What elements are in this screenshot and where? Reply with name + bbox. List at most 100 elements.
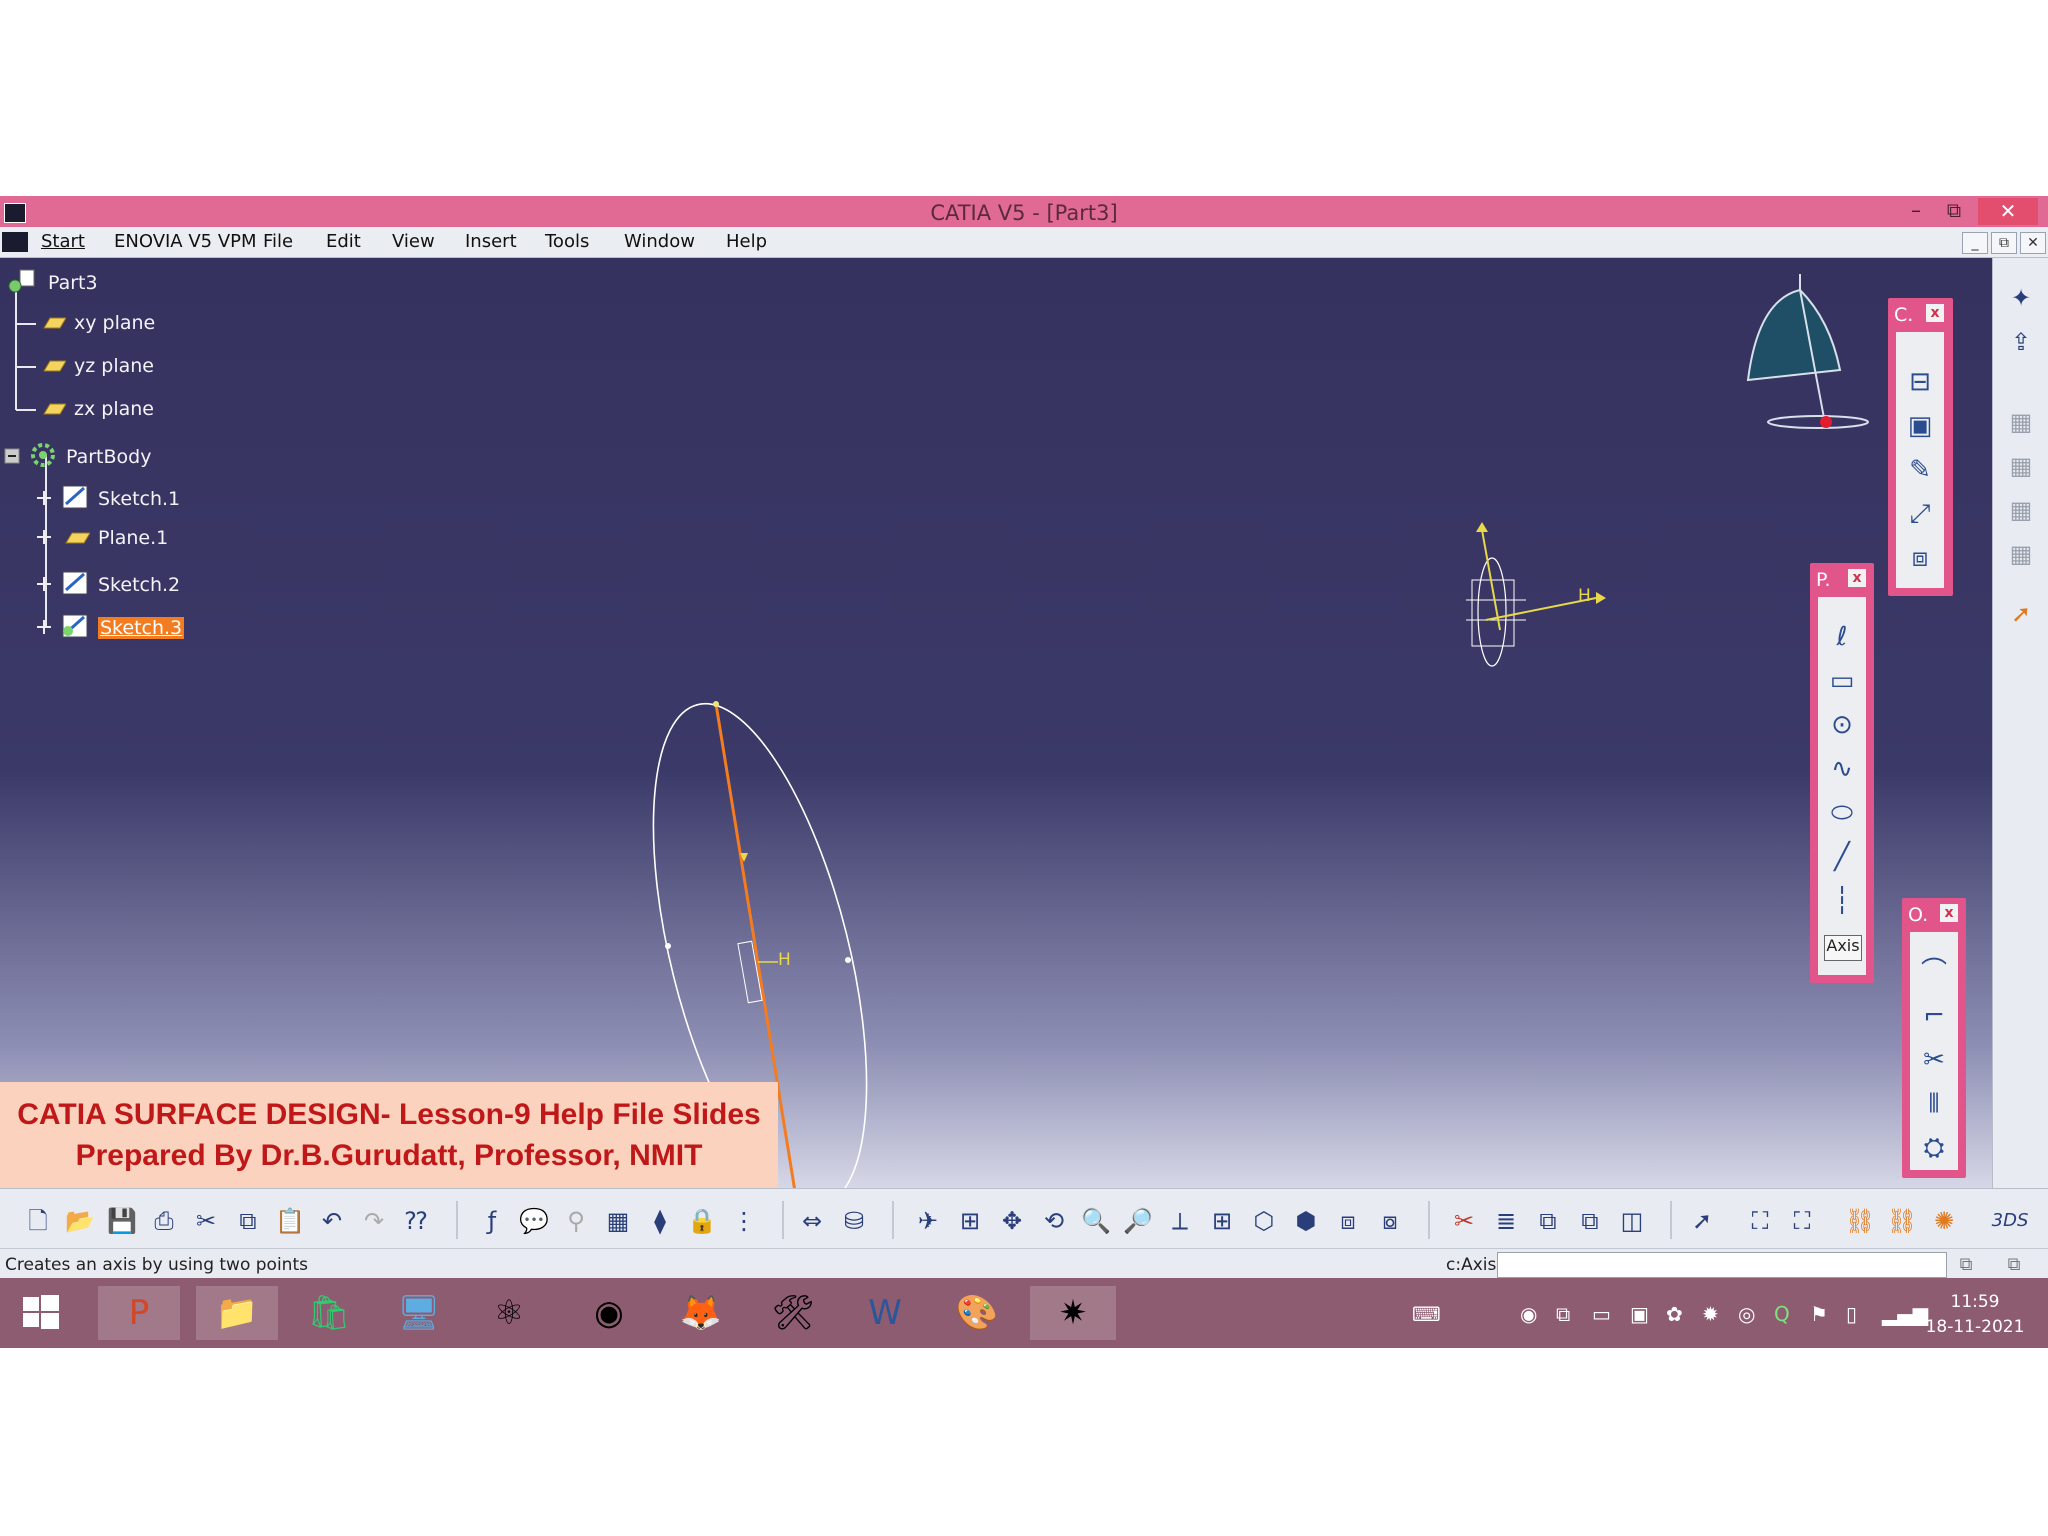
normal-view-icon[interactable]: ⟂	[1164, 1205, 1196, 1237]
panel-operation-close[interactable]: x	[1940, 904, 1958, 922]
iso-view-icon[interactable]: ⬡	[1248, 1205, 1280, 1237]
whats-this-icon[interactable]: ⁇	[400, 1205, 432, 1237]
diagnosis-icon[interactable]: ⧉	[1574, 1205, 1606, 1237]
fit-all-icon[interactable]: ⊞	[954, 1205, 986, 1237]
rectangle-icon[interactable]: ▭	[1818, 661, 1866, 701]
mdi-minimize-button[interactable]: _	[1962, 232, 1988, 254]
command-input[interactable]	[1497, 1252, 1947, 1278]
auto-constraint-icon[interactable]: ✺	[1928, 1205, 1960, 1237]
menu-edit[interactable]: Edit	[326, 231, 361, 252]
save-icon[interactable]: 💾	[106, 1205, 138, 1237]
close-button[interactable]: ✕	[1978, 198, 2038, 225]
camera-tray-icon[interactable]: ◉	[1520, 1302, 1537, 1326]
tree-node-part3[interactable]: Part3	[6, 268, 98, 299]
menu-tools[interactable]: Tools	[545, 231, 589, 252]
status-restore-icon[interactable]: ⧉	[1950, 1249, 1982, 1281]
menu-start[interactable]: Start	[41, 231, 85, 252]
antivirus-tray-icon[interactable]: ✹	[1702, 1302, 1719, 1326]
tools-task-icon[interactable]: 🛠	[752, 1286, 834, 1340]
tray-app-icon[interactable]: ✿	[1666, 1302, 1683, 1326]
menu-view[interactable]: View	[392, 231, 435, 252]
lock-icon[interactable]: 🔒	[686, 1205, 718, 1237]
menu-insert[interactable]: Insert	[465, 231, 517, 252]
table-icon[interactable]: ▦	[602, 1205, 634, 1237]
hide-show-icon[interactable]: ⧈	[1332, 1205, 1364, 1237]
compass-icon[interactable]	[1738, 270, 1878, 440]
sketch-analysis-icon[interactable]: ≣	[1490, 1205, 1522, 1237]
snap-icon[interactable]: ▦	[2005, 450, 2037, 482]
pan-icon[interactable]: ✥	[996, 1205, 1028, 1237]
geometric-constraint-icon[interactable]: ▦	[2005, 538, 2037, 570]
inertia-icon[interactable]: ⛁	[838, 1205, 870, 1237]
axis-icon[interactable]: ┆	[1818, 881, 1866, 921]
3d-viewport[interactable]: Part3 xy plane yz plane zx plane PartBod…	[0, 258, 1992, 1188]
redo-icon[interactable]: ↷	[358, 1205, 390, 1237]
expand-icon[interactable]	[36, 618, 52, 640]
visualization-icon[interactable]: ⧉	[1532, 1205, 1564, 1237]
computer-task-icon[interactable]: 🖥	[378, 1286, 460, 1340]
spline-icon[interactable]: ∿	[1818, 749, 1866, 789]
cut-icon[interactable]: ✂	[190, 1205, 222, 1237]
corner-icon[interactable]: ⌒	[1910, 952, 1958, 992]
menu-window[interactable]: Window	[624, 231, 695, 252]
mdi-restore-button[interactable]: ⧉	[1991, 232, 2017, 254]
open-icon[interactable]: 📂	[64, 1205, 96, 1237]
tree-node-partbody[interactable]: PartBody	[4, 441, 151, 474]
workbench-icon[interactable]: ✦	[2005, 282, 2037, 314]
status-power-icon[interactable]: ⧉	[1998, 1249, 2030, 1281]
powerpoint-task-icon[interactable]: P	[98, 1286, 180, 1340]
chamfer-icon[interactable]: ⌐	[1910, 996, 1958, 1036]
snap-to-point-icon[interactable]: ⛶	[1744, 1205, 1776, 1237]
geometric-constraint-icon[interactable]: ⛓	[1886, 1205, 1918, 1237]
minimize-button[interactable]: –	[1898, 198, 1934, 222]
rotate-icon[interactable]: ⟲	[1038, 1205, 1070, 1237]
q-tray-icon[interactable]: Q	[1774, 1302, 1790, 1326]
paste-icon[interactable]: 📋	[274, 1205, 306, 1237]
zoom-out-icon[interactable]: 🔎	[1122, 1205, 1154, 1237]
disc-tray-icon[interactable]: ◎	[1738, 1302, 1755, 1326]
mirror-icon[interactable]: ⫴	[1910, 1084, 1958, 1124]
chrome-task-icon[interactable]: ◉	[568, 1286, 650, 1340]
firefox-task-icon[interactable]: 🦊	[660, 1286, 742, 1340]
grid-icon[interactable]: ▦	[2005, 406, 2037, 438]
catia-task-icon[interactable]: ✷	[1030, 1286, 1116, 1340]
collapse-icon[interactable]	[4, 447, 20, 469]
tree-node-yz-plane[interactable]: yz plane	[38, 355, 154, 378]
tree-node-zx-plane[interactable]: zx plane	[38, 398, 154, 421]
select-icon[interactable]: ➚	[1686, 1205, 1718, 1237]
ellipse-icon[interactable]: ⬭	[1818, 793, 1866, 833]
circle-icon[interactable]: ⊙	[1818, 705, 1866, 745]
battery-tray-icon[interactable]: ▯	[1846, 1302, 1857, 1326]
knowledge-icon[interactable]: 💬	[518, 1205, 550, 1237]
windows-start-icon[interactable]	[0, 1286, 82, 1340]
store-task-icon[interactable]: 🛍	[288, 1286, 370, 1340]
display-tray-icon[interactable]: ▭	[1592, 1302, 1611, 1326]
construction-element-icon[interactable]: ⛶	[1786, 1205, 1818, 1237]
construction-icon[interactable]: ▦	[2005, 494, 2037, 526]
tree-expand-icon[interactable]: ⧫	[644, 1205, 676, 1237]
paint-task-icon[interactable]: 🎨	[936, 1286, 1018, 1340]
select-arrow-icon[interactable]: ➚	[2005, 598, 2037, 630]
mdi-close-button[interactable]: ✕	[2020, 232, 2046, 254]
new-icon[interactable]: 🗋	[22, 1205, 54, 1237]
menu-enovia[interactable]: ENOVIA V5 VPM	[114, 231, 257, 252]
menu-file[interactable]: File	[263, 231, 293, 252]
project-3d-icon[interactable]: ⛭	[1910, 1128, 1958, 1168]
undo-icon[interactable]: ↶	[316, 1205, 348, 1237]
shading-icon[interactable]: ⬢	[1290, 1205, 1322, 1237]
profile-icon[interactable]: ℓ	[1818, 617, 1866, 657]
fix-together-icon[interactable]: ▣	[1896, 406, 1944, 446]
zoom-in-icon[interactable]: 🔍	[1080, 1205, 1112, 1237]
panel-profile-close[interactable]: x	[1848, 569, 1866, 587]
tree-node-plane1[interactable]: Plane.1	[36, 527, 168, 550]
print-icon[interactable]: ⎙	[148, 1205, 180, 1237]
formula-icon[interactable]: ƒ	[476, 1205, 508, 1237]
keyboard-icon[interactable]: ⌨	[1412, 1302, 1441, 1326]
constraint-icon[interactable]: ⊟	[1896, 362, 1944, 402]
tree-node-sketch1[interactable]: Sketch.1	[36, 484, 180, 515]
copy-icon[interactable]: ⧉	[232, 1205, 264, 1237]
cut-part-icon[interactable]: ✂	[1448, 1205, 1480, 1237]
animate-constraint-icon[interactable]: ⤢	[1896, 494, 1944, 534]
multi-view-icon[interactable]: ⊞	[1206, 1205, 1238, 1237]
expand-icon[interactable]	[36, 575, 52, 597]
